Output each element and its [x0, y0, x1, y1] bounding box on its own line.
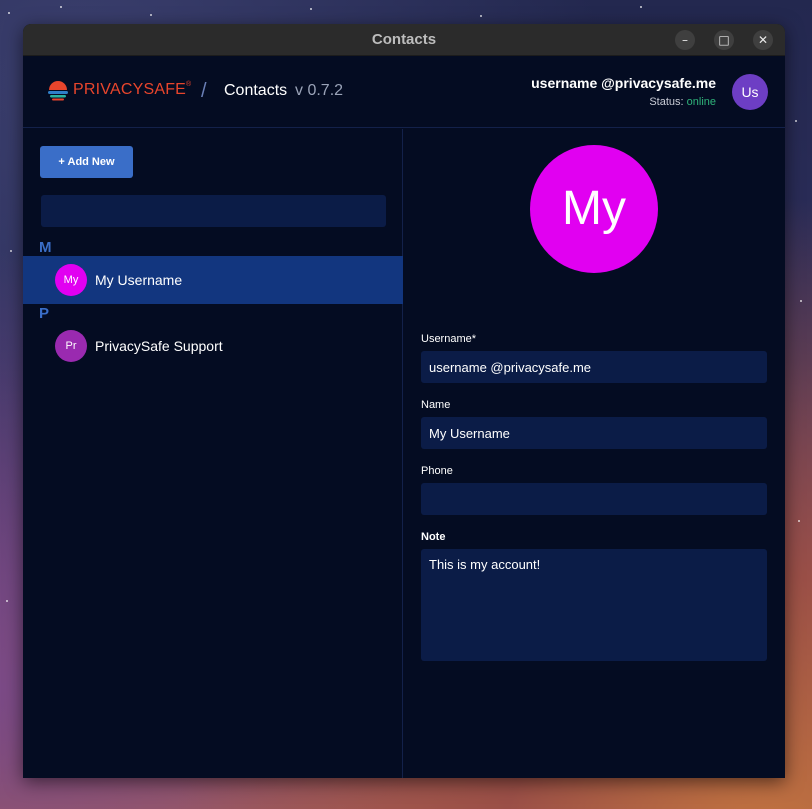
contact-item-privacysafe-support[interactable]: Pr PrivacySafe Support [23, 322, 403, 370]
user-name: username @privacysafe.me [531, 75, 716, 91]
add-new-button[interactable]: + Add New [40, 146, 133, 178]
contact-detail-pane: My Username* Name Phone Note This is my … [404, 129, 785, 778]
contacts-sidebar: + Add New M My My Username P Pr PrivacyS… [23, 129, 403, 778]
privacysafe-logo[interactable]: PRIVACYSAFE® [47, 79, 191, 101]
name-label: Name [421, 399, 451, 411]
group-letter-m: M [39, 239, 52, 256]
close-button[interactable]: ✕ [753, 30, 773, 50]
contact-avatar-large[interactable]: My [530, 145, 658, 273]
app-version: v 0.7.2 [295, 82, 344, 99]
user-avatar[interactable]: Us [732, 74, 768, 110]
contact-item-my-username[interactable]: My My Username [23, 256, 403, 304]
window-title: Contacts [371, 31, 437, 48]
note-label: Note [421, 531, 446, 543]
status-label: Status: [649, 96, 684, 108]
username-label: Username* [421, 333, 477, 345]
minimize-button[interactable]: – [675, 30, 695, 50]
phone-field[interactable] [421, 483, 767, 515]
search-input[interactable] [41, 195, 386, 227]
logo-text: PRIVACYSAFE [73, 81, 187, 98]
breadcrumb-separator: / [201, 80, 207, 102]
phone-label: Phone [421, 465, 453, 477]
status-value: online [686, 96, 716, 108]
contacts-window: Contacts – □ ✕ PRIVACYSAFE® / Contacts v… [23, 24, 785, 778]
contact-name: My Username [95, 272, 183, 288]
group-letter-p: P [39, 305, 50, 322]
note-field[interactable]: This is my account! [421, 549, 767, 661]
breadcrumb-contacts[interactable]: Contacts [224, 82, 287, 100]
maximize-button[interactable]: □ [714, 30, 734, 50]
name-field[interactable] [421, 417, 767, 449]
registered-mark: ® [186, 81, 192, 88]
contact-name: PrivacySafe Support [95, 338, 223, 354]
username-field[interactable] [421, 351, 767, 383]
user-status: Status: online [531, 96, 716, 108]
contact-avatar: Pr [55, 330, 87, 362]
contact-avatar: My [55, 264, 87, 296]
app-header: PRIVACYSAFE® / Contacts v 0.7.2 username… [23, 56, 785, 128]
logo-icon [48, 81, 68, 101]
user-info: username @privacysafe.me Status: online [531, 75, 716, 108]
window-titlebar[interactable]: Contacts – □ ✕ [23, 24, 785, 56]
